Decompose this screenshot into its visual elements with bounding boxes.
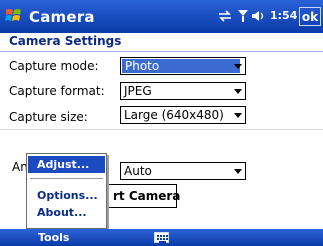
ok-button[interactable]: ok [299,7,321,26]
app-title: Camera [29,8,95,26]
anti-flicker-value: Auto [124,164,152,178]
signal-icon[interactable] [238,10,248,22]
chevron-down-icon [234,64,242,69]
capture-format-value: JPEG [124,84,152,98]
anti-flicker-dropdown[interactable]: Auto [120,162,246,180]
menu-item-label: Adjust... [37,158,90,171]
capture-mode-dropdown[interactable]: Photo [120,57,246,75]
start-camera-label: rt Camera [113,189,181,203]
settings-header: Camera Settings [0,33,323,52]
keyboard-icon[interactable] [154,232,169,243]
menu-item-about[interactable]: About... [37,206,87,219]
volume-icon[interactable] [252,10,266,22]
capture-format-label: Capture format: [9,84,105,98]
start-camera-button[interactable]: rt Camera [106,184,181,208]
windows-start-icon[interactable] [4,6,24,26]
capture-format-dropdown[interactable]: JPEG [120,82,246,100]
sync-icon[interactable] [218,10,232,22]
menu-item-adjust[interactable]: Adjust... [28,156,105,173]
page-title: Camera Settings [9,34,122,48]
chevron-down-icon [234,169,242,174]
capture-size-label: Capture size: [9,110,88,124]
menu-item-options[interactable]: Options... [37,189,98,202]
tools-menu-button[interactable]: Tools [38,231,69,244]
menu-divider [30,178,103,179]
chevron-down-icon [234,113,242,118]
chevron-down-icon [234,89,242,94]
divider [0,129,323,130]
command-bar: Tools [0,229,323,246]
capture-size-value: Large (640x480) [124,108,224,122]
tools-menu: Adjust... Options... About... [26,153,107,229]
title-bar: Camera 1:54 ok [0,0,323,33]
capture-size-dropdown[interactable]: Large (640x480) [120,106,246,124]
capture-mode-value: Photo [122,59,240,73]
clock[interactable]: 1:54 [270,9,297,22]
capture-mode-label: Capture mode: [9,59,99,73]
